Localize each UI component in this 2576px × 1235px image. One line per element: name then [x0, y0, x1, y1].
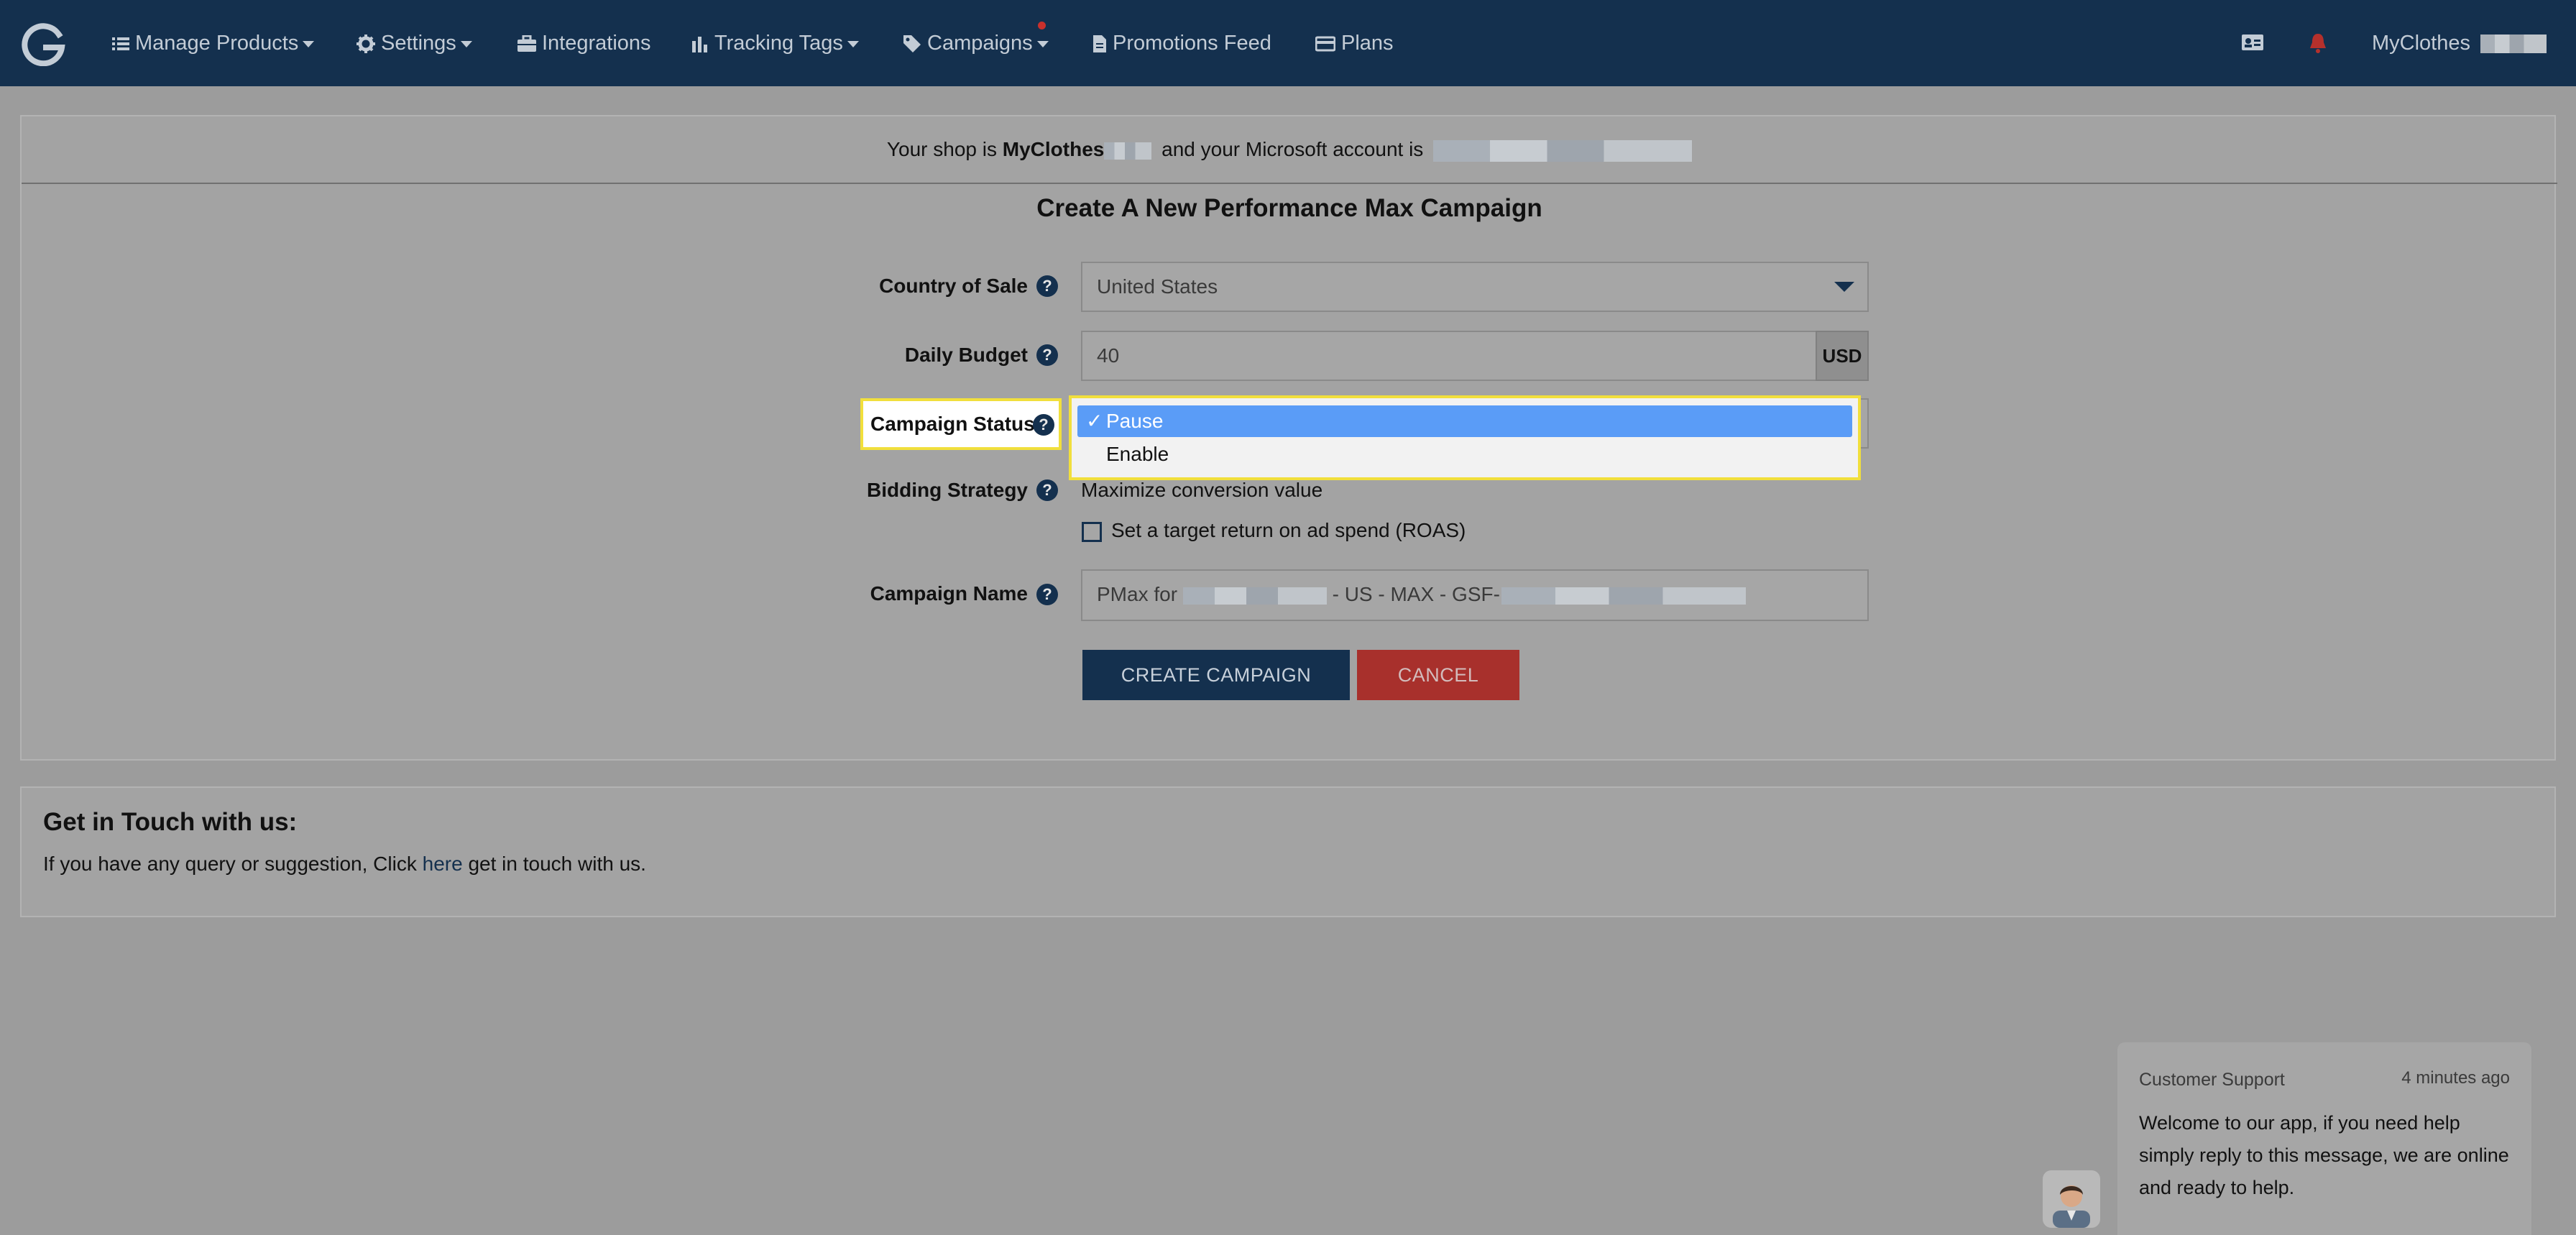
help-icon[interactable]: ? [1036, 275, 1058, 297]
bell-icon[interactable] [2309, 32, 2327, 54]
credit-card-icon [1315, 36, 1335, 52]
status-option-enable[interactable]: Enable [1077, 439, 1852, 470]
chevron-down-icon [1036, 40, 1049, 47]
redacted-shop-name [1182, 587, 1327, 605]
campaign-status-dropdown[interactable]: ✓ Pause Enable [1069, 395, 1861, 480]
status-option-pause-label: Pause [1106, 410, 1164, 432]
chevron-down-icon [1834, 282, 1854, 292]
bar-chart-icon [692, 37, 707, 53]
chat-message: Welcome to our app, if you need help sim… [2139, 1112, 2509, 1198]
bidding-strategy-value: Maximize conversion value [1081, 479, 1323, 501]
daily-budget-label: Daily Budget [904, 344, 1028, 366]
cancel-button[interactable]: CANCEL [1357, 650, 1519, 700]
contact-card-icon[interactable] [2241, 33, 2264, 52]
campaign-name-prefix: PMax for [1097, 583, 1178, 605]
create-campaign-button[interactable]: CREATE CAMPAIGN [1082, 650, 1350, 700]
checkmark-icon: ✓ [1086, 410, 1103, 432]
top-navbar: Manage Products Settings Integrations Tr… [0, 0, 2576, 86]
get-in-touch-after: get in touch with us. [468, 853, 646, 875]
briefcase-icon [518, 35, 536, 52]
shop-prefix: Your shop is [886, 138, 997, 160]
gear-icon [356, 35, 375, 54]
country-select[interactable]: United States [1081, 262, 1869, 312]
nav-plans-label: Plans [1341, 32, 1394, 55]
bidding-strategy-label: Bidding Strategy [866, 479, 1028, 501]
tag-icon [903, 35, 921, 53]
account-menu[interactable]: MyClothes [2372, 26, 2547, 60]
campaign-name-label: Campaign Name [870, 582, 1028, 605]
nav-manage-products[interactable]: Manage Products [112, 26, 315, 60]
help-icon[interactable]: ? [1036, 479, 1058, 501]
get-in-touch-before: If you have any query or suggestion, Cli… [43, 853, 417, 875]
shop-name: MyClothes [1002, 138, 1105, 160]
app-logo-icon[interactable] [22, 22, 66, 66]
get-in-touch-link[interactable]: here [423, 853, 463, 875]
chevron-down-icon [847, 40, 859, 47]
nav-promotions-feed-label: Promotions Feed [1113, 32, 1271, 55]
nav-campaigns-label: Campaigns [927, 32, 1033, 55]
get-in-touch-panel [20, 786, 2556, 917]
shop-info-bar: Your shop is MyClothes and your Microsof… [22, 116, 2557, 184]
chat-message-card[interactable]: Customer Support 4 minutes ago Welcome t… [2117, 1042, 2531, 1235]
status-option-enable-label: Enable [1106, 443, 1169, 465]
chat-timestamp: 4 minutes ago [2401, 1068, 2510, 1088]
roas-checkbox[interactable] [1082, 522, 1102, 542]
nav-integrations[interactable]: Integrations [518, 26, 651, 60]
redacted-shop-suffix [1104, 142, 1152, 160]
country-select-value: United States [1097, 275, 1218, 298]
campaign-status-label: Campaign Status [870, 413, 1035, 435]
status-option-pause[interactable]: ✓ Pause [1077, 405, 1852, 437]
campaign-name-input[interactable]: PMax for - US - MAX - GSF- [1081, 569, 1869, 621]
form-title: Create A New Performance Max Campaign [1036, 194, 1542, 222]
daily-budget-input[interactable]: 40 [1081, 331, 1817, 381]
campaign-status-label-highlight: Campaign Status ? [860, 398, 1062, 450]
currency-addon: USD [1816, 331, 1869, 381]
country-of-sale-label: Country of Sale [879, 275, 1028, 297]
campaign-name-middle: - US - MAX - GSF- [1332, 583, 1500, 605]
redacted-campaign-id [1501, 587, 1746, 605]
redacted-account-suffix [2480, 35, 2547, 54]
nav-tracking-tags[interactable]: Tracking Tags [691, 26, 859, 60]
support-avatar-icon[interactable] [2043, 1170, 2100, 1228]
chat-sender: Customer Support [2139, 1070, 2285, 1090]
list-icon [112, 37, 129, 51]
chevron-down-icon [460, 40, 472, 47]
nav-settings-label: Settings [381, 32, 456, 55]
notification-dot [1038, 22, 1046, 29]
shop-middle: and your Microsoft account is [1162, 138, 1424, 160]
account-name: MyClothes [2372, 32, 2470, 55]
nav-integrations-label: Integrations [542, 32, 651, 55]
nav-campaigns[interactable]: Campaigns [903, 22, 1049, 60]
roas-checkbox-label[interactable]: Set a target return on ad spend (ROAS) [1111, 519, 1466, 542]
nav-settings[interactable]: Settings [356, 26, 472, 60]
document-icon [1093, 35, 1106, 53]
person-icon [2053, 1185, 2090, 1228]
get-in-touch-text: If you have any query or suggestion, Cli… [43, 853, 646, 876]
nav-plans[interactable]: Plans [1315, 26, 1394, 60]
get-in-touch-title: Get in Touch with us: [43, 808, 298, 836]
nav-promotions-feed[interactable]: Promotions Feed [1092, 26, 1271, 60]
help-icon[interactable]: ? [1036, 344, 1058, 366]
help-icon[interactable]: ? [1036, 584, 1058, 605]
nav-tracking-tags-label: Tracking Tags [714, 32, 843, 55]
chevron-down-icon [303, 40, 315, 47]
nav-manage-products-label: Manage Products [135, 32, 299, 55]
redacted-account-email [1433, 139, 1693, 162]
help-icon[interactable]: ? [1033, 414, 1054, 436]
